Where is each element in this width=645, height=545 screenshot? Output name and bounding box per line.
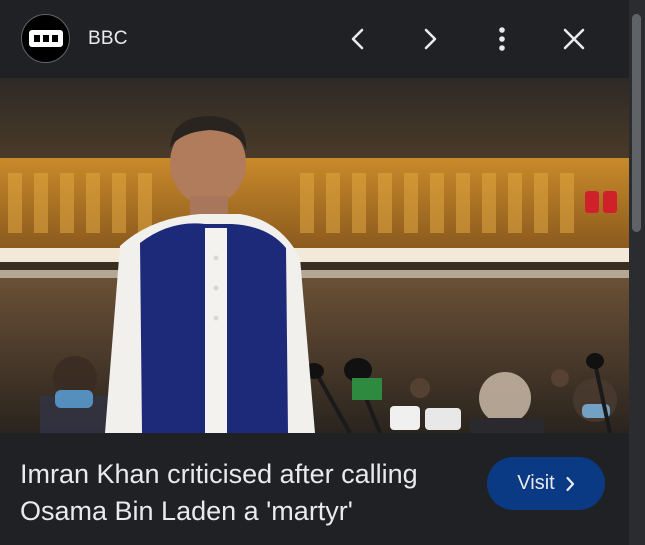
source-name[interactable]: BBC (88, 28, 128, 50)
more-options-button[interactable] (485, 22, 519, 56)
visit-button[interactable]: Visit (487, 457, 605, 510)
photo-illustration (0, 78, 629, 433)
article-headline[interactable]: Imran Khan criticised after calling Osam… (20, 456, 460, 530)
scrollbar[interactable] (629, 0, 645, 545)
previous-button[interactable] (341, 22, 375, 56)
close-button[interactable] (557, 22, 591, 56)
bbc-logo-icon[interactable] (21, 14, 70, 63)
visit-label: Visit (517, 472, 555, 494)
chevron-right-icon (565, 476, 575, 492)
chevron-right-icon (424, 28, 437, 50)
viewer-header: BBC (0, 0, 629, 78)
more-vert-icon (499, 27, 505, 51)
image-viewer-panel: BBC Imran Khan criticised after calling … (0, 0, 629, 545)
scrollbar-thumb[interactable] (632, 14, 641, 232)
article-image[interactable] (0, 78, 629, 433)
close-icon (563, 28, 585, 50)
next-button[interactable] (413, 22, 447, 56)
chevron-left-icon (351, 28, 364, 50)
